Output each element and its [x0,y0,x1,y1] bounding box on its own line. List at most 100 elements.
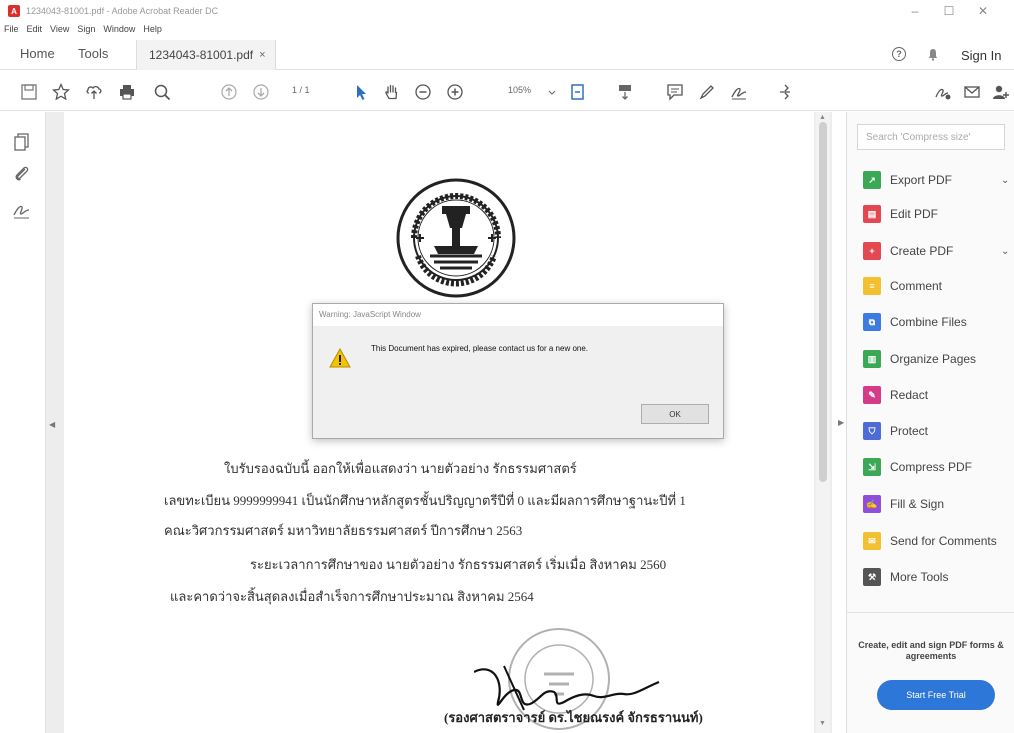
tool-export-pdf[interactable]: ↗ Export PDF ⌄ [863,169,1013,191]
menu-bar: File Edit View Sign Window Help [0,22,170,36]
tool-label: Organize Pages [890,352,977,366]
left-navigation-rail [0,112,46,733]
more-tools-toolbar-icon[interactable] [776,83,794,101]
tab-tools[interactable]: Tools [78,46,108,61]
expand-right-panel-icon[interactable]: ▶ [838,418,844,427]
fill-sign-icon: ✍ [863,495,881,513]
sign-toolbar-icon[interactable] [730,83,748,101]
maximize-button[interactable]: ☐ [932,0,966,22]
document-line: ใบรับรองฉบับนี้ ออกให้เพื่อแสดงว่า นายตั… [224,461,577,476]
scrollbar-thumb[interactable] [819,122,827,482]
tab-document[interactable]: 1234043-81001.pdf × [136,40,276,70]
tool-compress-pdf[interactable]: ⇲ Compress PDF [863,456,1013,478]
start-free-trial-button[interactable]: Start Free Trial [877,680,995,710]
hand-tool-icon[interactable] [383,83,401,101]
panel-divider [847,612,1014,613]
acrobat-app-icon: A [8,5,20,17]
scroll-mode-icon[interactable] [616,83,634,101]
title-bar: A 1234043-81001.pdf - Adobe Acrobat Read… [0,0,1014,22]
close-window-button[interactable]: ✕ [966,0,1000,22]
collapse-left-panel-icon[interactable]: ◀ [49,420,59,429]
search-icon[interactable] [153,83,171,101]
page-indicator[interactable]: 1 / 1 [292,85,310,95]
email-icon[interactable] [963,83,981,101]
comment-toolbar-icon[interactable] [666,83,684,101]
signatures-panel-icon[interactable] [12,200,32,220]
menu-sign[interactable]: Sign [77,24,95,34]
document-line: เลขทะเบียน 9999999941 เป็นนักศึกษาหลักสู… [164,493,686,508]
menu-edit[interactable]: Edit [27,24,43,34]
edit-pdf-icon: ▤ [863,205,881,223]
ok-button[interactable]: OK [641,404,709,424]
tool-edit-pdf[interactable]: ▤ Edit PDF [863,203,1013,225]
organize-pages-icon: ▥ [863,350,881,368]
document-line: คณะวิศวกรรมศาสตร์ มหาวิทยาลัยธรรมศาสตร์ … [164,523,523,538]
university-seal-logo [396,178,516,298]
zoom-dropdown-chevron-icon[interactable] [543,83,561,101]
tool-redact[interactable]: ✎ Redact [863,384,1013,406]
send-comments-icon: ✉ [863,532,881,550]
save-icon[interactable] [20,83,38,101]
main-toolbar: 1 / 1 105% [0,71,1014,111]
tool-protect[interactable]: ⛉ Protect [863,420,1013,442]
comment-icon: ≡ [863,277,881,295]
tool-label: Protect [890,424,929,438]
tool-fill-sign[interactable]: ✍ Fill & Sign [863,493,1013,515]
zoom-in-icon[interactable] [446,83,464,101]
help-icon[interactable]: ? [892,47,906,61]
share-upload-icon[interactable] [85,83,103,101]
dialog-message: This Document has expired, please contac… [371,344,589,353]
page-thumbnails-icon[interactable] [12,132,32,152]
attachments-paperclip-icon[interactable] [12,164,32,184]
next-page-icon[interactable] [252,83,270,101]
sign-in-link[interactable]: Sign In [961,48,1001,63]
tool-label: Compress PDF [890,460,973,474]
tool-send-for-comments[interactable]: ✉ Send for Comments [863,530,1013,552]
scroll-down-arrow-icon[interactable]: ▼ [819,720,826,727]
tool-label: Edit PDF [890,207,939,221]
tool-comment[interactable]: ≡ Comment [863,275,1013,297]
protect-icon: ⛉ [863,422,881,440]
javascript-warning-dialog: Warning: JavaScript Window This Document… [312,303,724,439]
tools-pane: Search 'Compress size' ↗ Export PDF ⌄ ▤ … [846,112,1014,733]
tools-search-input[interactable]: Search 'Compress size' [857,124,1005,150]
bookmark-star-icon[interactable] [52,83,70,101]
promo-text: Create, edit and sign PDF forms & agreem… [858,640,1004,661]
tool-create-pdf[interactable]: + Create PDF ⌄ [863,240,1013,262]
menu-help[interactable]: Help [143,24,162,34]
tool-label: Combine Files [890,315,967,329]
print-icon[interactable] [118,83,136,101]
tool-label: Create PDF [890,244,954,258]
zoom-out-icon[interactable] [414,83,432,101]
menu-window[interactable]: Window [103,24,135,34]
add-user-icon[interactable] [992,83,1010,101]
sign-request-icon[interactable] [934,83,952,101]
more-tools-icon: ⚒ [863,568,881,586]
tool-combine-files[interactable]: ⧉ Combine Files [863,311,1013,333]
dialog-title: Warning: JavaScript Window [313,304,723,326]
tab-bar: Home Tools 1234043-81001.pdf × ? Sign In [0,40,1014,70]
minimize-button[interactable]: – [898,0,932,22]
menu-file[interactable]: File [4,24,19,34]
select-pointer-icon[interactable] [352,83,370,101]
fit-page-icon[interactable] [569,83,587,101]
document-line: ระยะเวลาการศึกษาของ นายตัวอย่าง รักธรรมศ… [250,557,667,572]
document-scrollbar[interactable]: ▲ ▼ [816,112,830,733]
chevron-down-icon[interactable]: ⌄ [1001,175,1009,186]
notification-bell-icon[interactable] [928,48,938,61]
tool-label: Redact [890,388,929,402]
previous-page-icon[interactable] [220,83,238,101]
tool-label: Fill & Sign [890,497,945,511]
highlight-pen-icon[interactable] [698,83,716,101]
tool-more-tools[interactable]: ⚒ More Tools [863,566,1013,588]
close-tab-icon[interactable]: × [259,49,265,61]
menu-view[interactable]: View [50,24,69,34]
tool-label: Send for Comments [890,534,997,548]
warning-triangle-icon [329,348,351,368]
zoom-level-dropdown[interactable]: 105% [508,85,531,95]
tab-home[interactable]: Home [20,46,55,61]
scroll-up-arrow-icon[interactable]: ▲ [819,114,826,121]
chevron-down-icon[interactable]: ⌄ [1001,246,1009,257]
tool-organize-pages[interactable]: ▥ Organize Pages [863,348,1013,370]
tool-label: Export PDF [890,173,953,187]
